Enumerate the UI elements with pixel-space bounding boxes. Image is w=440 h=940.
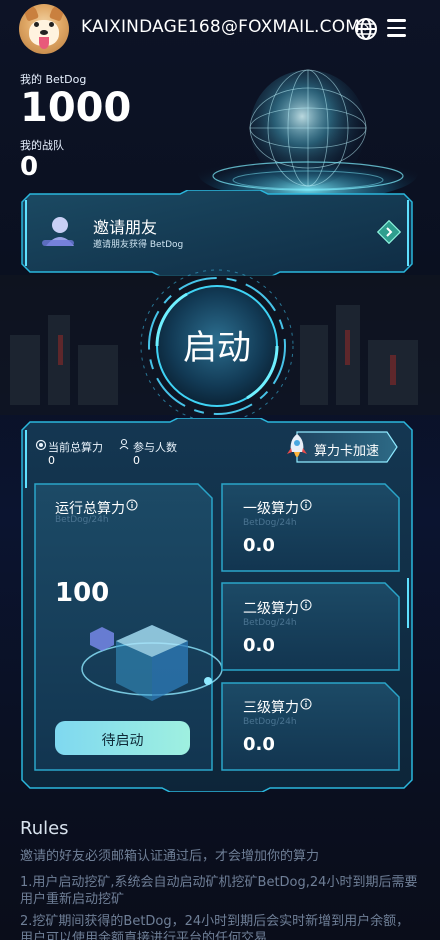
level-2-power-title: 二级算力 [243,601,299,617]
current-power-label: 当前总算力 [48,441,103,454]
level-2-power-unit: BetDog/24h [243,618,297,628]
account-email: KAIXINDAGE168@FOXMAIL.COM [81,17,361,37]
cpu-icon [35,439,47,451]
info-icon[interactable] [300,599,312,611]
invite-friends-card[interactable]: 邀请朋友 邀请朋友获得 BetDog [20,190,414,276]
level-1-power-unit: BetDog/24h [243,518,297,528]
info-icon[interactable] [126,499,138,511]
account-email-link[interactable]: KAIXINDAGE168@FOXMAIL.COM › [81,17,370,37]
team-count: 0 [20,152,39,182]
globe-icon[interactable] [354,17,378,41]
level-3-power-unit: BetDog/24h [243,717,297,727]
level-3-power-value: 0.0 [243,734,275,755]
pending-start-label[interactable]: 待启动 [55,730,190,750]
boost-card-label[interactable]: 算力卡加速 [314,440,379,459]
level-2-power-value: 0.0 [243,635,275,656]
menu-icon[interactable] [387,19,406,37]
rules-heading: Rules [20,818,69,839]
betdog-balance: 1000 [20,85,132,131]
current-power-value: 0 [48,454,55,467]
level-3-power-title: 三级算力 [243,700,299,716]
rules-line: 邀请的好友必须邮箱认证通过后，才会增加你的算力 [20,849,320,864]
invite-subtitle: 邀请朋友获得 BetDog [93,240,184,250]
globe-illustration [198,69,418,198]
total-power-value: 100 [55,578,110,608]
total-power-unit: BetDog/24h [55,515,109,525]
participants-value: 0 [133,454,140,467]
user-add-icon [42,217,74,246]
invite-card-frame [21,190,413,276]
participants-label: 参与人数 [133,441,177,454]
chevron-right-icon[interactable] [377,220,401,244]
info-icon[interactable] [300,499,312,511]
rules-line: 2.挖矿期间获得的BetDog，24小时到期后会实时新增到用户余额，用户可以使用… [20,914,410,940]
invite-title: 邀请朋友 [93,218,158,237]
app-screen: KAIXINDAGE168@FOXMAIL.COM › 我的 BetDog 100… [0,0,440,940]
level-1-power-value: 0.0 [243,535,275,556]
team-label: 我的战队 [20,139,64,152]
users-icon [119,438,129,450]
rules-line: 1.用户启动挖矿,系统会自动启动矿机挖矿BetDog,24小时到期后需要用户重新… [20,875,418,907]
level-1-power-title: 一级算力 [243,501,299,517]
start-mining-button[interactable]: 启动 [157,320,277,369]
cube-illustration [81,625,223,701]
info-icon[interactable] [300,698,312,710]
user-avatar[interactable] [19,4,69,54]
